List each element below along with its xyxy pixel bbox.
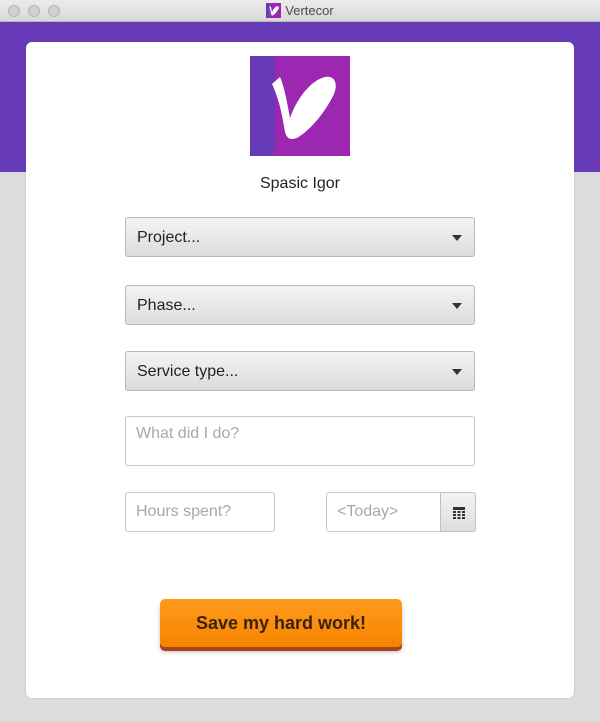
hours-input[interactable] [125,492,275,532]
service-type-select[interactable]: Service type... [125,351,475,391]
calendar-button[interactable] [440,492,476,532]
project-select[interactable]: Project... [125,217,475,257]
chevron-down-icon [452,303,462,309]
chevron-down-icon [452,235,462,241]
window-title: Vertecor [285,3,334,18]
description-input[interactable] [125,416,475,466]
phase-select[interactable]: Phase... [125,285,475,325]
project-select-label: Project... [137,229,201,246]
calendar-icon [453,507,465,519]
phase-select-label: Phase... [137,297,196,314]
window-titlebar: Vertecor [0,0,600,22]
window-title-group: Vertecor [0,3,600,19]
service-type-select-label: Service type... [137,363,239,380]
date-picker [326,492,476,532]
user-name: Spasic Igor [259,175,341,192]
date-input[interactable] [326,492,441,532]
vertecor-logo [250,56,350,156]
chevron-down-icon [452,369,462,375]
vertecor-logo-icon [266,3,282,18]
save-button[interactable]: Save my hard work! [160,599,402,647]
